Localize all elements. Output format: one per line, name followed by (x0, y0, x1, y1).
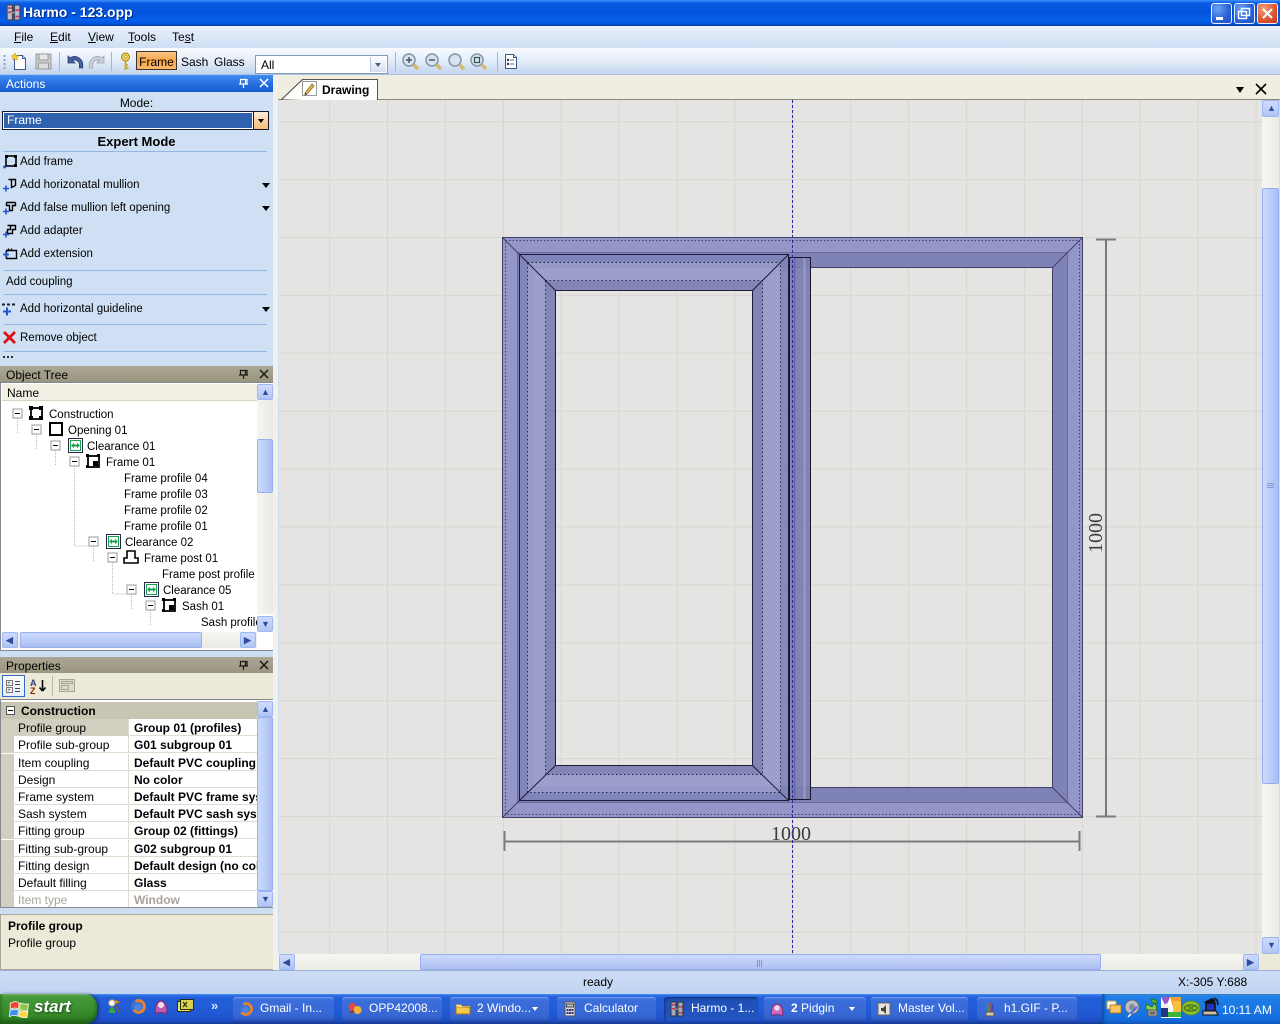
svg-text:Clearance 02: Clearance 02 (125, 537, 193, 549)
svg-text:1000: 1000 (1085, 513, 1107, 553)
svg-text:Sash profile: Sash profile (201, 617, 258, 629)
svg-text:Frame post profile: Frame post profile (162, 569, 255, 581)
svg-text:Frame profile 02: Frame profile 02 (124, 505, 208, 517)
svg-text:Frame 01: Frame 01 (106, 457, 155, 469)
svg-text:Frame profile 04: Frame profile 04 (124, 473, 208, 485)
svg-text:Z: Z (30, 686, 36, 695)
svg-text:Clearance 05: Clearance 05 (163, 585, 231, 597)
svg-text:Frame post 01: Frame post 01 (144, 553, 218, 565)
svg-text:+: + (7, 681, 11, 687)
svg-text:Sash 01: Sash 01 (182, 601, 224, 613)
svg-text:Frame profile 01: Frame profile 01 (124, 521, 208, 533)
svg-text:Frame profile 03: Frame profile 03 (124, 489, 208, 501)
svg-text:Construction: Construction (49, 409, 114, 421)
svg-text:1000: 1000 (771, 823, 811, 845)
svg-text:Clearance 01: Clearance 01 (87, 441, 155, 453)
svg-text:+: + (7, 688, 11, 694)
svg-text:Opening 01: Opening 01 (68, 425, 127, 437)
